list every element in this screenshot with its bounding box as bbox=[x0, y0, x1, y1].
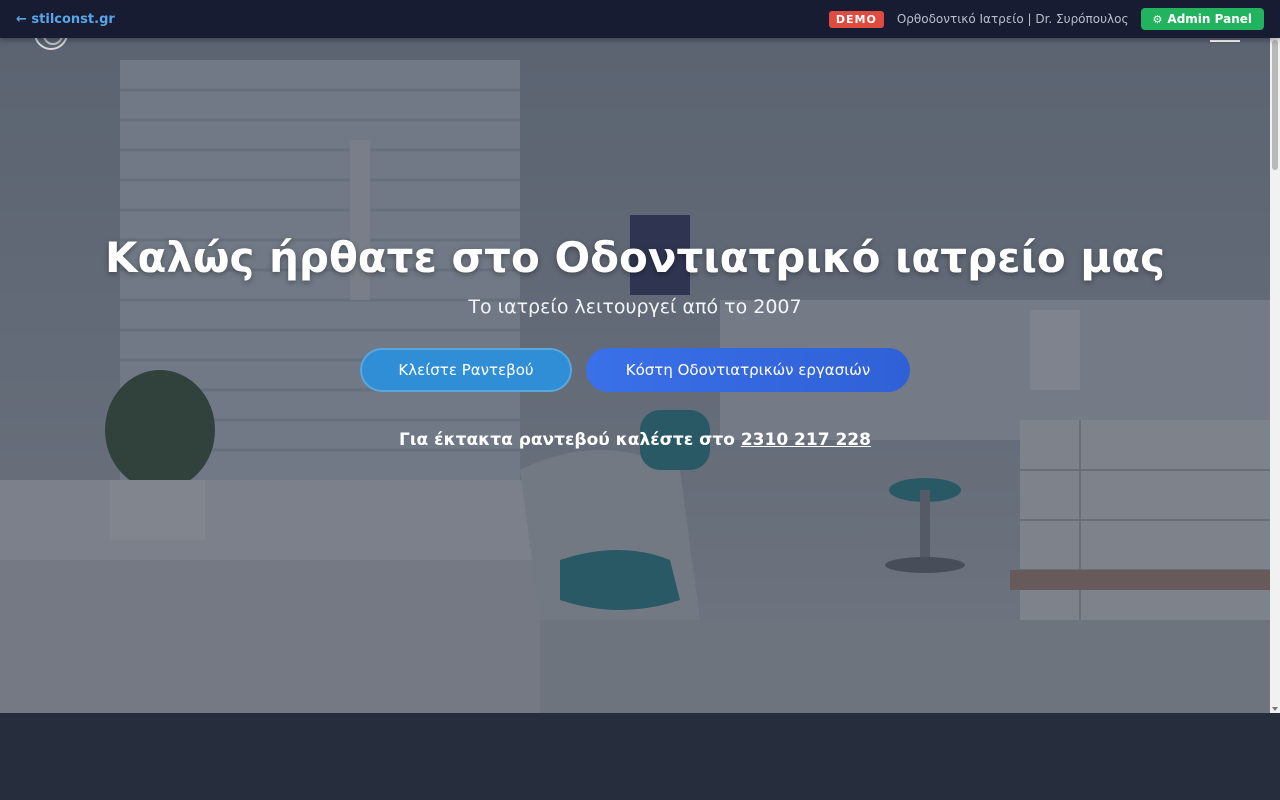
scrollbar-thumb[interactable] bbox=[1272, 40, 1278, 170]
admin-panel-button[interactable]: ⚙ Admin Panel bbox=[1140, 8, 1264, 30]
emergency-label: Για έκτακτα ραντεβού καλέστε στο bbox=[399, 430, 735, 450]
emergency-call-text: Για έκτακτα ραντεβού καλέστε στο 2310 21… bbox=[399, 430, 871, 450]
book-appointment-button[interactable]: Κλείστε Ραντεβού bbox=[360, 348, 572, 392]
demo-top-bar: ← stilconst.gr DEMO Ορθοδοντικό Ιατρείο … bbox=[0, 0, 1280, 38]
back-to-stilconst-link[interactable]: ← stilconst.gr bbox=[16, 12, 115, 27]
gear-icon: ⚙ bbox=[1152, 12, 1163, 26]
page-scrollbar[interactable] bbox=[1270, 38, 1280, 713]
cta-buttons: Κλείστε Ραντεβού Κόστη Οδοντιατρικών εργ… bbox=[360, 348, 910, 392]
hero-subtitle: Το ιατρείο λειτουργεί από το 2007 bbox=[468, 296, 802, 318]
site-caption: Ορθοδοντικό Ιατρείο | Dr. Συρόπουλος bbox=[896, 12, 1129, 26]
hero-title: Καλώς ήρθατε στο Οδοντιατρικό ιατρείο μα… bbox=[104, 233, 1166, 282]
admin-panel-label: Admin Panel bbox=[1167, 12, 1252, 26]
phone-link[interactable]: 2310 217 228 bbox=[741, 430, 871, 450]
dental-costs-button[interactable]: Κόστη Οδοντιατρικών εργασιών bbox=[586, 348, 910, 392]
scroll-down-arrow-icon[interactable] bbox=[1272, 707, 1278, 711]
demo-bar-right: DEMO Ορθοδοντικό Ιατρείο | Dr. Συρόπουλο… bbox=[828, 8, 1264, 30]
hero-content: Καλώς ήρθατε στο Οδοντιατρικό ιατρείο μα… bbox=[0, 0, 1270, 713]
demo-badge: DEMO bbox=[828, 10, 884, 28]
